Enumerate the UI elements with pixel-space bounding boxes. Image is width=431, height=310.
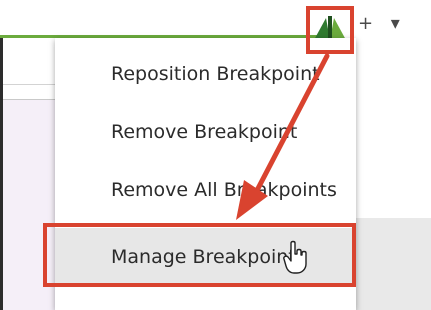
toolbar-controls[interactable]: + ▾ xyxy=(358,12,428,36)
menu-item-remove-all-breakpoints[interactable]: Remove All Breakpoints xyxy=(55,162,356,218)
divider xyxy=(3,84,55,85)
menu-item-remove-breakpoint[interactable]: Remove Breakpoint xyxy=(55,104,356,160)
highlight-box-marker xyxy=(306,6,354,54)
highlight-box-manage xyxy=(43,223,356,287)
background-right-gray xyxy=(356,218,431,310)
menu-item-reposition-breakpoint[interactable]: Reposition Breakpoint xyxy=(55,46,356,102)
hand-pointer-icon xyxy=(283,240,309,274)
background-header-cell xyxy=(3,38,55,100)
